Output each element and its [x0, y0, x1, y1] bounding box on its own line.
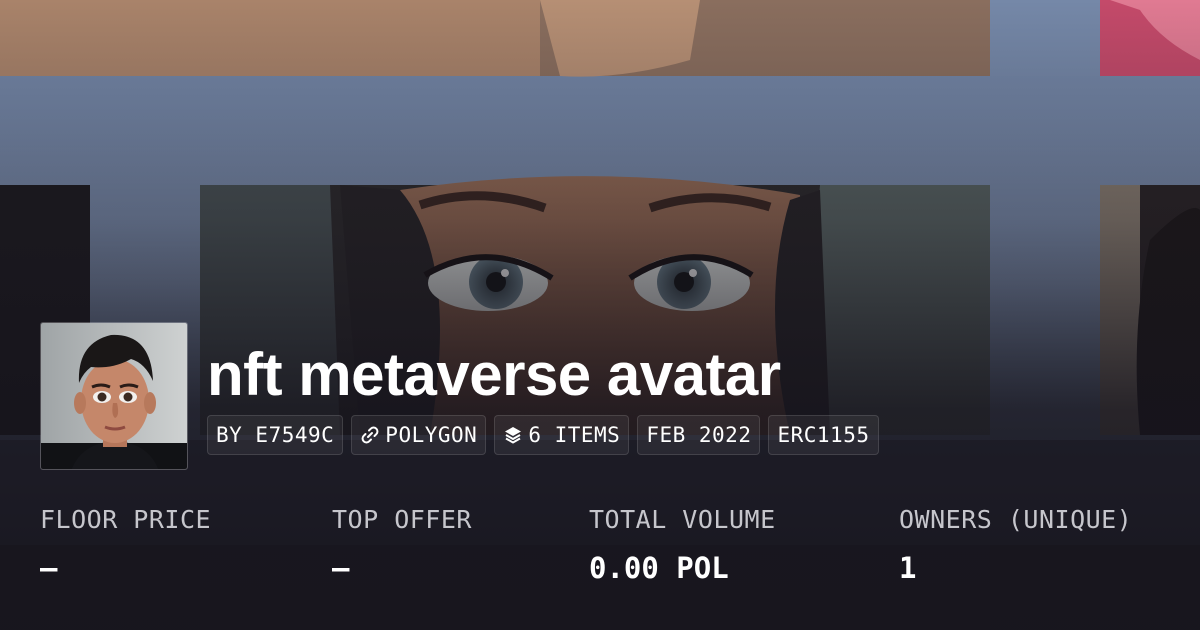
- stat-floor-price: FLOOR PRICE –: [40, 500, 211, 590]
- date-label: FEB 2022: [646, 423, 752, 447]
- collection-avatar[interactable]: [40, 322, 188, 470]
- date-chip: FEB 2022: [637, 415, 761, 455]
- collection-stats: FLOOR PRICE – TOP OFFER – TOTAL VOLUME 0…: [40, 500, 1180, 600]
- standard-label: ERC1155: [777, 423, 870, 447]
- link-icon: [361, 426, 379, 444]
- stat-top-offer: TOP OFFER –: [332, 500, 472, 590]
- creator-label: BY E7549C: [216, 423, 335, 447]
- collection-meta: BY E7549C POLYGON 6 ITEMS FEB 2022 ERC11…: [207, 415, 879, 455]
- stat-total-volume: TOTAL VOLUME 0.00 POL: [589, 500, 776, 590]
- creator-chip[interactable]: BY E7549C: [207, 415, 344, 455]
- avatar-image: [41, 323, 187, 469]
- stat-value: 1: [899, 551, 917, 585]
- chain-label: POLYGON: [385, 423, 478, 447]
- stat-value: –: [332, 551, 350, 585]
- standard-chip: ERC1155: [768, 415, 879, 455]
- stat-value: –: [40, 551, 58, 585]
- stat-owners: OWNERS (UNIQUE) 1: [899, 500, 1132, 590]
- stat-value: 0.00 POL: [589, 551, 729, 585]
- stat-label: TOTAL VOLUME: [589, 505, 776, 534]
- collection-title: nft metaverse avatar: [207, 341, 781, 408]
- stat-label: FLOOR PRICE: [40, 505, 212, 534]
- chain-chip[interactable]: POLYGON: [351, 415, 487, 455]
- stat-label: OWNERS (UNIQUE): [899, 505, 1133, 534]
- layers-icon: [505, 427, 522, 444]
- items-label: 6 ITEMS: [528, 423, 621, 447]
- stat-label: TOP OFFER: [332, 505, 472, 534]
- items-chip[interactable]: 6 ITEMS: [494, 415, 630, 455]
